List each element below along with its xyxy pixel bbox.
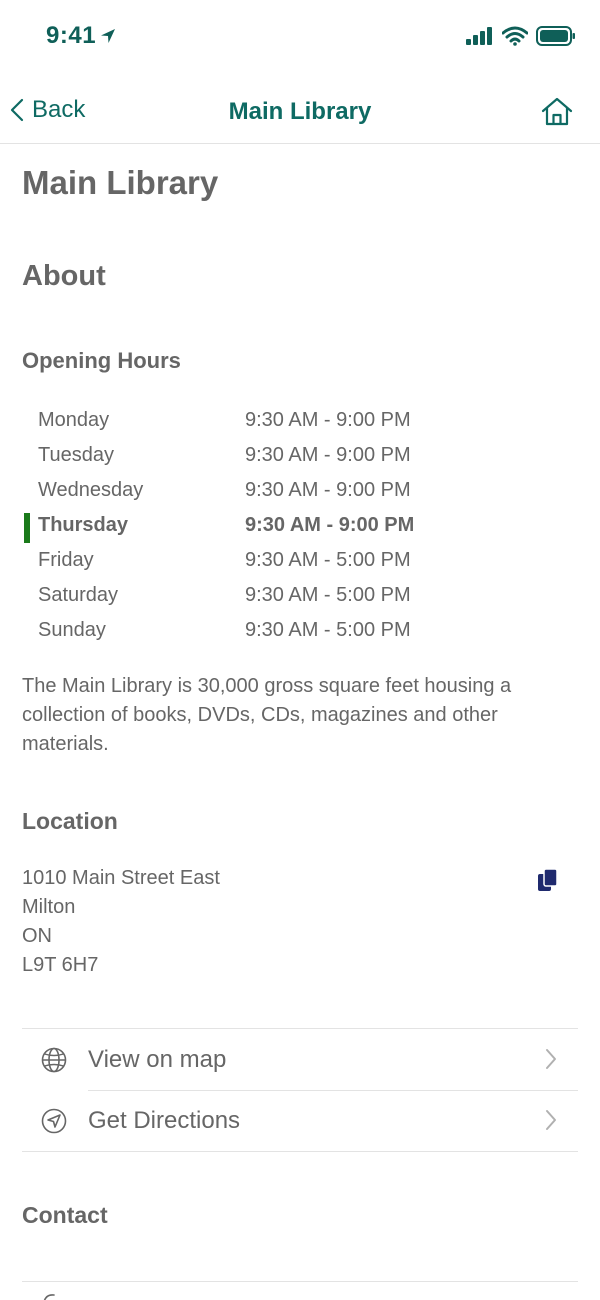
about-heading: About bbox=[22, 260, 106, 292]
status-time-text: 9:41 bbox=[46, 22, 97, 49]
back-button-label: Back bbox=[32, 96, 86, 123]
copy-icon bbox=[538, 868, 558, 891]
hours-row-thursday: Thursday 9:30 AM - 9:00 PM bbox=[22, 509, 578, 544]
today-marker bbox=[24, 513, 30, 543]
hours-row-wednesday: Wednesday 9:30 AM - 9:00 PM bbox=[22, 474, 578, 509]
address-province: ON bbox=[22, 925, 52, 947]
hours-time: 9:30 AM - 5:00 PM bbox=[245, 549, 411, 571]
contact-divider bbox=[22, 1281, 578, 1282]
chevron-left-icon bbox=[10, 98, 24, 122]
home-icon bbox=[541, 97, 573, 126]
opening-hours-heading: Opening Hours bbox=[22, 348, 181, 373]
status-indicators bbox=[466, 26, 576, 46]
view-on-map-label: View on map bbox=[88, 1046, 227, 1073]
get-directions-label: Get Directions bbox=[88, 1107, 241, 1134]
hours-row-friday: Friday 9:30 AM - 5:00 PM bbox=[22, 544, 578, 579]
copy-address-button[interactable] bbox=[536, 868, 560, 894]
nav-title: Main Library bbox=[228, 98, 372, 125]
hours-day: Wednesday bbox=[38, 479, 144, 501]
hours-time: 9:30 AM - 9:00 PM bbox=[245, 444, 411, 466]
hours-row-tuesday: Tuesday 9:30 AM - 9:00 PM bbox=[22, 439, 578, 474]
hours-row-saturday: Saturday 9:30 AM - 5:00 PM bbox=[22, 579, 578, 614]
compass-arrow-icon bbox=[41, 1108, 67, 1134]
hours-day: Sunday bbox=[38, 619, 106, 641]
hours-time: 9:30 AM - 5:00 PM bbox=[245, 619, 411, 641]
opening-hours-table: Monday 9:30 AM - 9:00 PM Tuesday 9:30 AM… bbox=[22, 404, 578, 649]
location-actions: View on map Get Directions bbox=[22, 1028, 578, 1152]
address-street: 1010 Main Street East bbox=[22, 867, 220, 889]
hours-row-monday: Monday 9:30 AM - 9:00 PM bbox=[22, 404, 578, 439]
get-directions-row[interactable]: Get Directions bbox=[22, 1090, 578, 1151]
back-button[interactable]: Back bbox=[10, 96, 85, 124]
hours-day: Thursday bbox=[38, 514, 129, 536]
chevron-right-icon bbox=[546, 1049, 556, 1069]
hours-time: 9:30 AM - 5:00 PM bbox=[245, 584, 411, 606]
library-description: The Main Library is 30,000 gross square … bbox=[22, 675, 512, 755]
hours-time: 9:30 AM - 9:00 PM bbox=[245, 479, 411, 501]
phone-icon bbox=[43, 1294, 55, 1300]
address-block: 1010 Main Street East Milton ON L9T 6H7 bbox=[22, 864, 220, 980]
status-bar: 9:41 bbox=[0, 0, 600, 78]
hours-time: 9:30 AM - 9:00 PM bbox=[245, 514, 415, 536]
chevron-right-icon bbox=[546, 1110, 556, 1130]
hours-row-sunday: Sunday 9:30 AM - 5:00 PM bbox=[22, 614, 578, 649]
hours-day: Monday bbox=[38, 409, 110, 431]
navigation-bar: Back Main Library bbox=[0, 80, 600, 144]
cellular-signal-icon bbox=[466, 27, 492, 45]
address-postal-code: L9T 6H7 bbox=[22, 954, 99, 976]
contact-heading: Contact bbox=[22, 1202, 108, 1228]
wifi-icon bbox=[502, 26, 528, 46]
hours-time: 9:30 AM - 9:00 PM bbox=[245, 409, 411, 431]
location-arrow-icon bbox=[101, 29, 116, 43]
location-heading: Location bbox=[22, 808, 118, 834]
status-time: 9:41 bbox=[46, 22, 116, 50]
hours-day: Friday bbox=[38, 549, 94, 571]
globe-icon bbox=[41, 1047, 67, 1073]
battery-icon bbox=[536, 26, 575, 46]
address-city: Milton bbox=[22, 896, 76, 918]
home-button[interactable] bbox=[540, 96, 574, 128]
hours-day: Saturday bbox=[38, 584, 119, 606]
view-on-map-row[interactable]: View on map bbox=[22, 1029, 578, 1090]
page-title: Main Library bbox=[22, 164, 219, 201]
hours-day: Tuesday bbox=[38, 444, 114, 466]
